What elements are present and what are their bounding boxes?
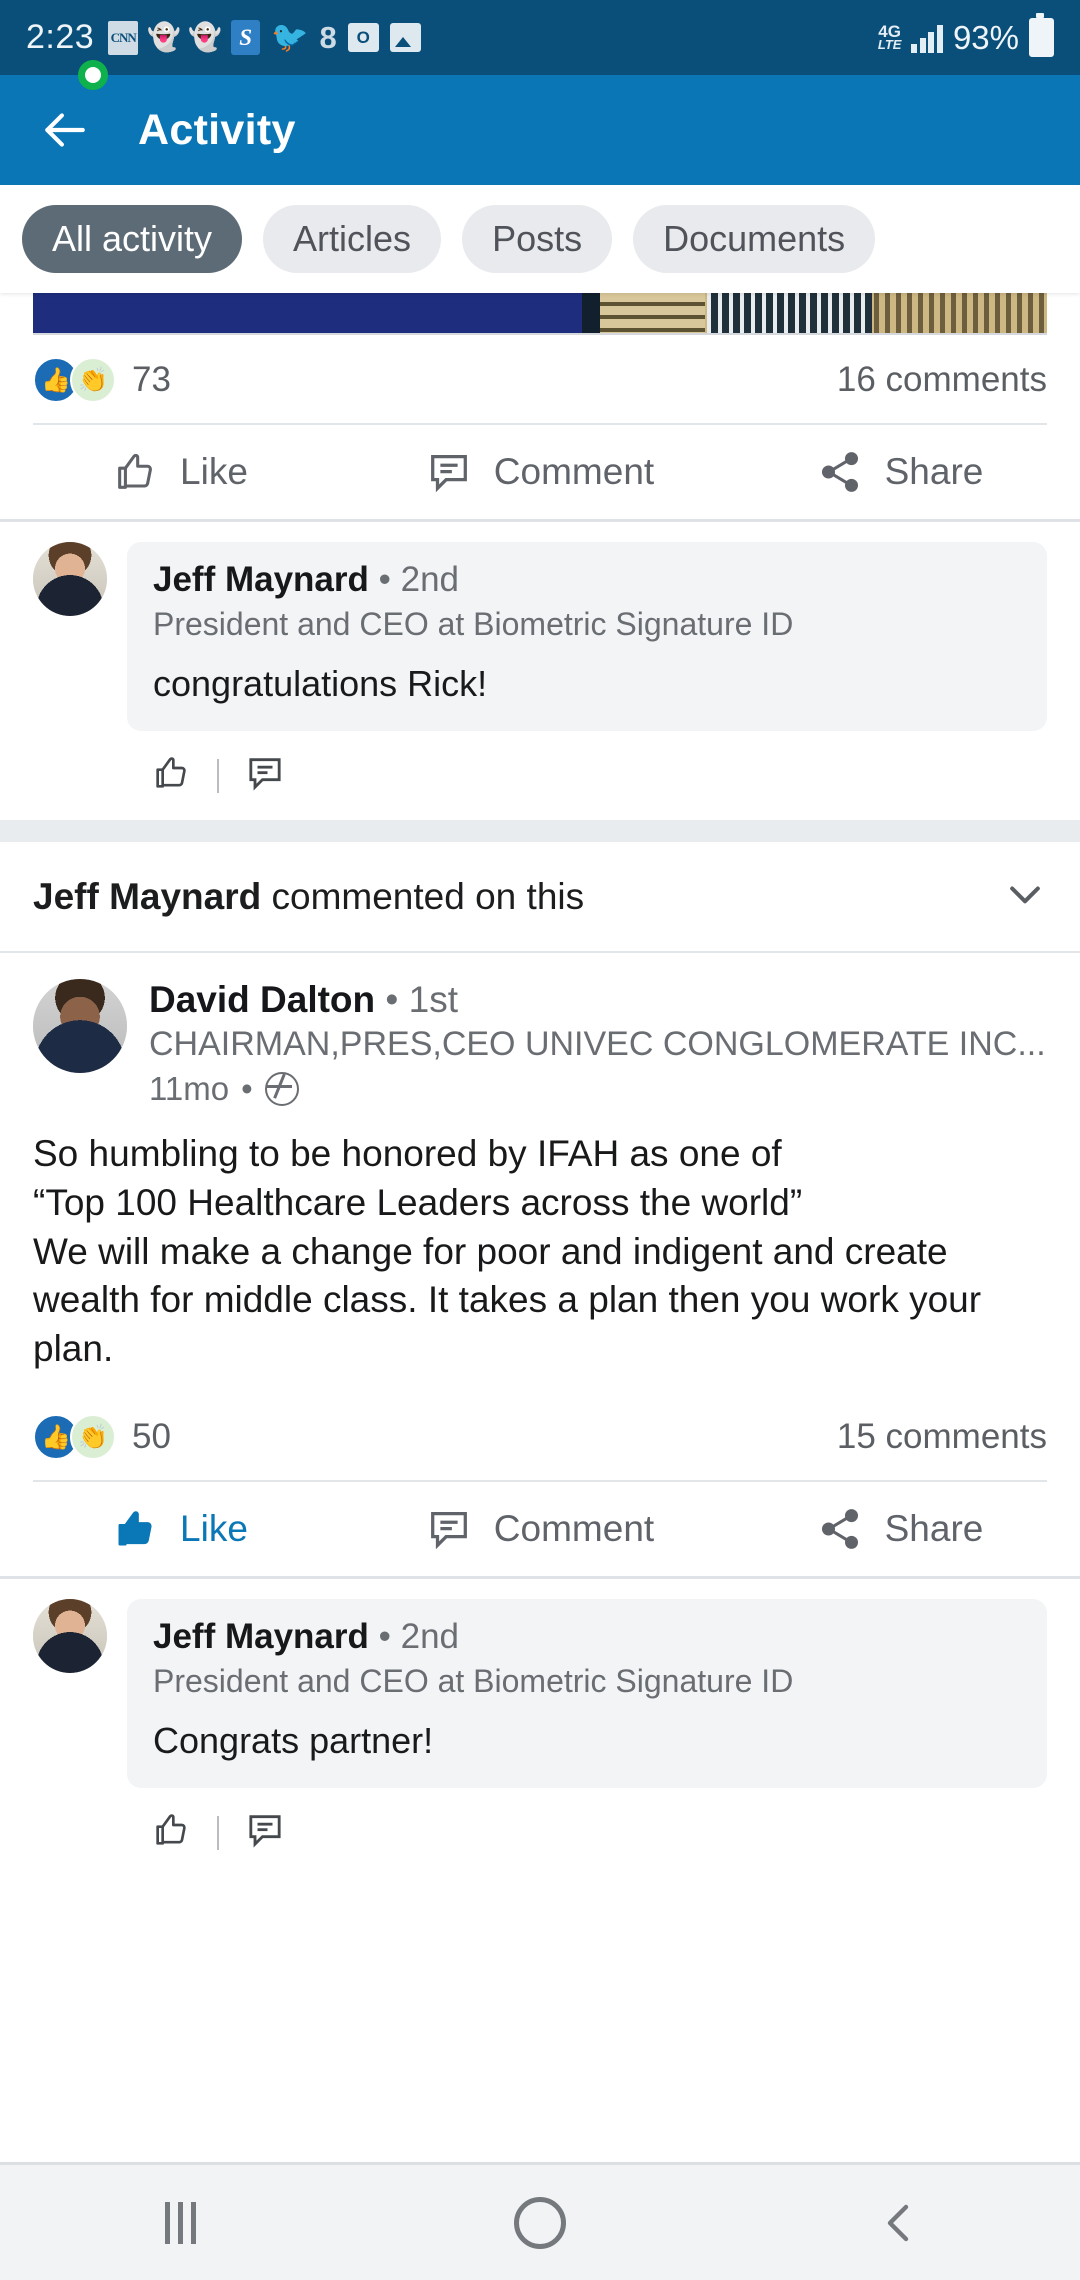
comment-item: Jeff Maynard • 2nd President and CEO at … [0,522,1080,820]
post-author-name[interactable]: David Dalton [149,979,375,1020]
comment-text: congratulations Rick! [153,663,488,704]
post-actions-row: Like Comment Share [0,1482,1080,1576]
activity-context-header[interactable]: Jeff Maynard commented on this [0,842,1080,951]
cnn-icon: CNN [108,20,139,55]
reaction-summary[interactable]: 👍 👏 50 [33,1414,171,1461]
comment-button[interactable]: Comment [360,449,720,495]
post-timestamp: 11mo [149,1070,230,1107]
comment-author-line: Jeff Maynard • 2nd [153,560,1021,600]
comment-bubble: Jeff Maynard • 2nd President and CEO at … [127,1599,1047,1789]
status-time: 2:23 [26,18,95,56]
photos-icon [389,23,421,52]
activity-context-text: Jeff Maynard commented on this [33,876,584,918]
back-arrow-icon[interactable] [36,102,92,158]
globe-icon [264,1072,299,1106]
comment-reply-icon[interactable] [245,1810,285,1855]
outlook-icon: O [347,23,379,52]
share-button[interactable]: Share [720,449,1080,495]
comment-author-headline: President and CEO at Biometric Signature… [153,1663,794,1700]
comment-like-icon[interactable] [151,1810,191,1855]
comment-text: Congrats partner! [153,1720,434,1762]
celebrate-reaction-icon: 👏 [70,1414,116,1461]
feed-separator [0,820,1080,842]
feed: 👍 👏 73 16 comments Like Comment Share Je… [0,60,1080,1878]
comment-button[interactable]: Comment [360,1506,720,1552]
share-button-label: Share [884,1508,984,1550]
like-button[interactable]: Like [0,1506,360,1552]
reaction-count: 50 [132,1417,171,1457]
activity-action-text: commented on this [261,875,585,917]
snapchat-ghost-icon: 👻 [188,22,222,52]
post-author-line: David Dalton • 1st [149,979,1047,1021]
post-header: David Dalton • 1st CHAIRMAN,PRES,CEO UNI… [0,60,1080,1108]
avatar[interactable] [33,979,127,1073]
android-navigation-bar [0,2162,1080,2280]
comment-author-degree: • 2nd [378,560,460,599]
online-status-badge [78,60,108,90]
comment-author-headline: President and CEO at Biometric Signature… [153,606,794,642]
avatar[interactable] [33,542,107,616]
comment-actions-row [33,1788,1047,1877]
like-button[interactable]: Like [0,449,360,495]
post-meta: 11mo • [149,1070,1047,1108]
post-actions-row: Like Comment Share [0,425,1080,519]
divider [217,758,219,793]
avatar[interactable] [33,1599,107,1674]
share-button-label: Share [884,451,984,492]
celebrate-reaction-icon: 👏 [70,357,116,403]
tab-articles[interactable]: Articles [263,205,442,273]
status-system-icons: 4G LTE 93% [877,13,1054,57]
chevron-down-icon[interactable] [1003,872,1047,921]
post-card-top: 👍 👏 73 16 comments Like Comment Share Je… [0,293,1080,820]
divider [217,1815,219,1850]
comment-button-label: Comment [493,451,655,492]
share-button[interactable]: Share [720,1506,1080,1552]
comment-like-icon[interactable] [151,753,191,798]
comment-button-label: Comment [493,1508,655,1550]
comment-bubble: Jeff Maynard • 2nd President and CEO at … [127,542,1047,731]
tab-all-activity[interactable]: All activity [22,205,243,273]
comment-item: Jeff Maynard • 2nd President and CEO at … [0,1579,1080,1877]
tab-posts[interactable]: Posts [462,205,613,273]
post-author-degree: • 1st [385,979,459,1020]
comment-reply-icon[interactable] [245,753,285,798]
page-title: Activity [138,105,296,154]
comment-count[interactable]: 15 comments [837,1417,1047,1457]
status-notification-icons: CNN 👻 👻 S 🐦 8 O [108,20,878,56]
like-button-label: Like [180,1508,248,1550]
post-body-text: So humbling to be honored by IFAH as one… [33,1133,982,1370]
app-bar: Activity [0,75,1080,185]
battery-icon [1029,13,1054,57]
meta-separator-dot: • [241,1070,253,1107]
social-counts-row: 👍 👏 73 16 comments [0,335,1080,423]
activity-filter-tabs: All activity Articles Posts Documents [0,185,1080,293]
eight-badge-icon: 8 [319,19,337,55]
post-image[interactable] [33,293,1047,335]
reaction-summary[interactable]: 👍 👏 73 [33,357,171,403]
home-icon[interactable] [360,2196,720,2249]
comment-actions-row [33,731,1047,820]
comment-author-name[interactable]: Jeff Maynard [153,560,369,599]
reaction-count: 73 [132,360,171,399]
twitter-icon: 🐦 [271,20,309,54]
post-card-main: David Dalton • 1st CHAIRMAN,PRES,CEO UNI… [0,60,1080,1877]
skype-icon: S [231,20,261,55]
activity-actor-name: Jeff Maynard [33,875,262,917]
network-type-icon: 4G LTE [877,21,902,53]
comment-author-name[interactable]: Jeff Maynard [153,1617,369,1656]
back-icon[interactable] [720,2199,1080,2247]
comment-author-line: Jeff Maynard • 2nd [153,1617,1021,1657]
post-author-headline: CHAIRMAN,PRES,CEO UNIVEC CONGLOMERATE IN… [149,1025,1046,1063]
tab-documents[interactable]: Documents [633,205,876,273]
like-button-label: Like [180,451,248,492]
signal-strength-icon [911,23,943,53]
battery-percent: 93% [952,18,1019,56]
snapchat-ghost-icon: 👻 [147,22,181,52]
comment-count[interactable]: 16 comments [837,360,1047,400]
comment-author-degree: • 2nd [378,1617,460,1657]
social-counts-row: 👍 👏 50 15 comments [0,1392,1080,1480]
status-bar: 2:23 CNN 👻 👻 S 🐦 8 O 4G LTE 93% [0,0,1080,75]
recents-icon[interactable] [0,2201,360,2244]
